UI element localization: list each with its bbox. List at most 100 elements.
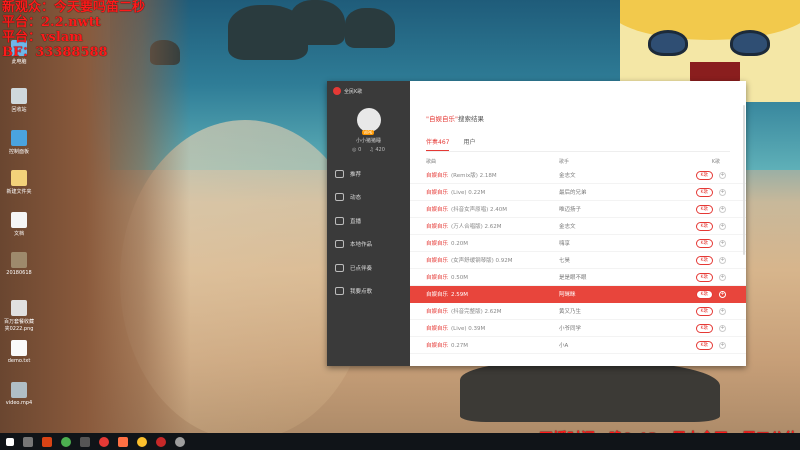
k-song-button[interactable]: K歌	[695, 340, 713, 350]
search-keyword: "自娱自乐"	[426, 115, 458, 123]
song-cell: 自娱自乐 (女声舒缓钢琴版) 0.92M	[426, 256, 559, 264]
user-stats: ◎ 0 ♫ 420	[327, 147, 410, 153]
column-header-k: K歌	[711, 159, 720, 165]
desktop-icon-text-file[interactable]: demo.txt	[4, 340, 34, 364]
search-suffix: 搜索结果	[457, 115, 484, 123]
sidebar-item-request-song[interactable]: 我要点歌	[327, 280, 410, 304]
k-song-button[interactable]: K歌	[695, 170, 713, 180]
table-row[interactable]: 自娱自乐 0.27M 小A K歌 +	[410, 337, 746, 354]
table-row[interactable]: 自娱自乐 (抖音女声原唱) 2.40M 唯迈扬子 K歌 +	[410, 201, 746, 218]
artist-name[interactable]: 阿眯眯	[559, 290, 691, 298]
avatar[interactable]: VIP6	[356, 108, 381, 135]
desktop-icon-folder[interactable]: 新建文件夹	[4, 170, 34, 195]
app-icon[interactable]	[156, 436, 166, 447]
table-row[interactable]: 自娱自乐 (女声舒缓钢琴版) 0.92M 七昊 K歌 +	[410, 252, 746, 269]
followers-count[interactable]: ♫ 420	[369, 147, 385, 153]
sidebar-item-local-works[interactable]: 本地作品	[327, 233, 410, 257]
song-title[interactable]: 自娱自乐	[426, 258, 448, 264]
folder-icon	[11, 170, 27, 186]
desktop-icon-control-panel[interactable]: 控制面板	[4, 130, 34, 155]
search-results-panel: "自娱自乐"搜索结果 伴奏467 用户 歌曲 歌手 K歌 自娱自乐 (Remix版…	[410, 103, 746, 366]
add-icon[interactable]: +	[719, 341, 726, 349]
desktop-rock	[460, 362, 720, 422]
artist-name[interactable]: 七昊	[559, 256, 691, 264]
song-title[interactable]: 自娱自乐	[426, 309, 448, 315]
username[interactable]: 小小猪猪睡	[327, 137, 410, 144]
desktop-icon-document[interactable]: 文档	[4, 212, 34, 237]
k-song-button[interactable]: K歌	[695, 204, 713, 214]
table-row[interactable]: 自娱自乐 (Live) 0.39M 小爷同学 K歌 +	[410, 320, 746, 337]
artist-name[interactable]: 是是眼不眼	[559, 273, 691, 281]
task-view-icon[interactable]	[23, 436, 33, 447]
sidebar-item-selected-tracks[interactable]: 已点伴奏	[327, 256, 410, 280]
column-header-artist: 歌手	[559, 159, 570, 165]
add-icon[interactable]: +	[719, 205, 726, 213]
k-song-button[interactable]: K歌	[695, 187, 713, 197]
song-title[interactable]: 自娱自乐	[426, 207, 448, 213]
add-icon[interactable]: +	[719, 256, 726, 264]
arrow-up-icon[interactable]	[80, 436, 90, 447]
artist-name[interactable]: 金志文	[559, 171, 691, 179]
table-row[interactable]: 自娱自乐 (Live) 0.22M 最后的兄弟 K歌 +	[410, 184, 746, 201]
row-actions: K歌 +	[691, 340, 730, 350]
karaoke-app-icon[interactable]	[99, 436, 109, 447]
artist-name[interactable]: 唯迈扬子	[559, 205, 691, 213]
song-title[interactable]: 自娱自乐	[426, 173, 448, 179]
add-icon[interactable]: +	[719, 188, 726, 196]
song-title[interactable]: 自娱自乐	[426, 224, 448, 230]
song-title[interactable]: 自娱自乐	[426, 190, 448, 196]
add-icon[interactable]: +	[719, 222, 726, 230]
app-icon[interactable]	[137, 436, 147, 447]
k-song-button[interactable]: K歌	[695, 272, 713, 282]
add-icon[interactable]: +	[719, 290, 726, 298]
add-icon[interactable]: +	[719, 171, 726, 179]
image-icon	[11, 300, 27, 316]
chrome-icon[interactable]	[61, 436, 71, 447]
artist-name[interactable]: 最后的兄弟	[559, 188, 691, 196]
song-title[interactable]: 自娱自乐	[426, 275, 448, 281]
add-icon[interactable]: +	[719, 324, 726, 332]
desktop-icon-image[interactable]: 百万套餐收藏夹0222.png	[4, 300, 34, 332]
app-icon[interactable]	[42, 436, 52, 447]
tab-users[interactable]: 用户	[463, 137, 475, 151]
sidebar-item-live[interactable]: 直播	[327, 209, 410, 233]
desktop-icon-video[interactable]: video.mp4	[4, 382, 34, 406]
app-icon[interactable]	[175, 436, 185, 447]
song-info: (抖音完整版) 2.62M	[451, 309, 502, 315]
k-song-button[interactable]: K歌	[695, 323, 713, 333]
table-row[interactable]: 自娱自乐 0.20M 嗨享 K歌 +	[410, 235, 746, 252]
table-row[interactable]: 自娱自乐 (万人合唱版) 2.62M 金志文 K歌 +	[410, 218, 746, 235]
desktop-icon-recycle-bin[interactable]: 回收站	[4, 88, 34, 113]
windows-start-icon[interactable]	[6, 437, 14, 446]
sidebar-item-feed[interactable]: 动态	[327, 186, 410, 210]
app-name: 全民K歌	[344, 88, 363, 95]
scrollbar[interactable]	[743, 105, 745, 255]
add-icon[interactable]: +	[719, 307, 726, 315]
sidebar-item-recommend[interactable]: 推荐	[327, 162, 410, 186]
table-row[interactable]: 自娱自乐 (Remix版) 2.18M 金志文 K歌 +	[410, 167, 746, 184]
following-count[interactable]: ◎ 0	[352, 147, 361, 153]
song-title[interactable]: 自娱自乐	[426, 292, 448, 298]
table-row[interactable]: 自娱自乐 2.59M 阿眯眯 K歌 +	[410, 286, 746, 303]
artist-name[interactable]: 黄又乃生	[559, 307, 691, 315]
k-song-button[interactable]: K歌	[695, 238, 713, 248]
tab-tracks[interactable]: 伴奏467	[426, 137, 450, 151]
artist-name[interactable]: 嗨享	[559, 239, 691, 247]
desktop-rock	[290, 0, 345, 45]
add-icon[interactable]: +	[719, 273, 726, 281]
k-song-button[interactable]: K歌	[695, 255, 713, 265]
k-song-button[interactable]: K歌	[695, 289, 713, 299]
desktop-icon-date-folder[interactable]: 20180618	[4, 252, 34, 276]
table-row[interactable]: 自娱自乐 (抖音完整版) 2.62M 黄又乃生 K歌 +	[410, 303, 746, 320]
artist-name[interactable]: 金志文	[559, 222, 691, 230]
artist-name[interactable]: 小爷同学	[559, 324, 691, 332]
song-title[interactable]: 自娱自乐	[426, 241, 448, 247]
song-title[interactable]: 自娱自乐	[426, 326, 448, 332]
artist-name[interactable]: 小A	[559, 341, 691, 349]
app-icon[interactable]	[118, 436, 128, 447]
song-title[interactable]: 自娱自乐	[426, 343, 448, 349]
k-song-button[interactable]: K歌	[695, 221, 713, 231]
add-icon[interactable]: +	[719, 239, 726, 247]
k-song-button[interactable]: K歌	[695, 306, 713, 316]
table-row[interactable]: 自娱自乐 0.50M 是是眼不眼 K歌 +	[410, 269, 746, 286]
